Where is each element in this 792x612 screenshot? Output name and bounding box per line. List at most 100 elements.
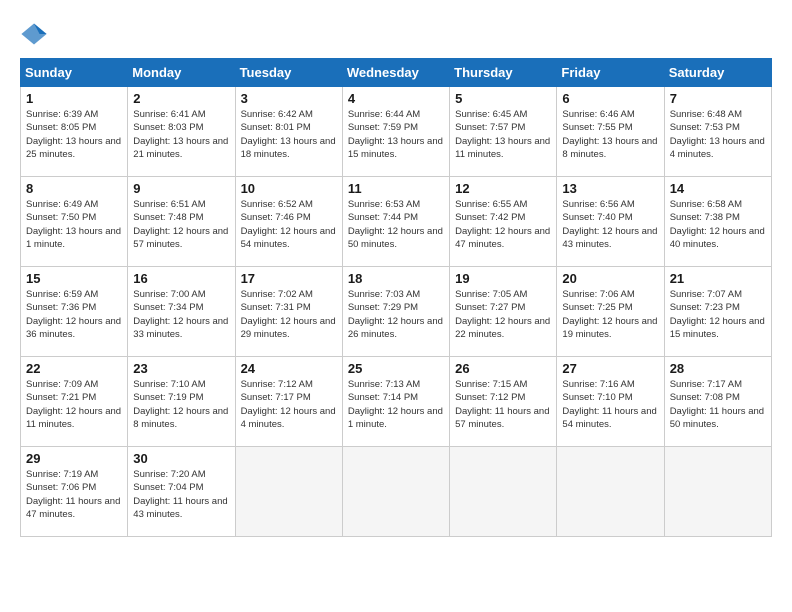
day-number: 17	[241, 271, 337, 286]
day-info: Sunrise: 7:15 AMSunset: 7:12 PMDaylight:…	[455, 378, 551, 431]
day-info: Sunrise: 6:56 AMSunset: 7:40 PMDaylight:…	[562, 198, 658, 251]
calendar-cell: 4Sunrise: 6:44 AMSunset: 7:59 PMDaylight…	[342, 87, 449, 177]
calendar-cell: 10 Sunrise: 6:52 AMSunset: 7:46 PMDayligh…	[235, 177, 342, 267]
day-number: 21	[670, 271, 766, 286]
day-info: Sunrise: 6:45 AMSunset: 7:57 PMDaylight:…	[455, 108, 551, 161]
day-info: Sunrise: 7:02 AMSunset: 7:31 PMDaylight:…	[241, 288, 337, 341]
calendar-cell: 22 Sunrise: 7:09 AMSunset: 7:21 PMDayligh…	[21, 357, 128, 447]
day-number: 6	[562, 91, 658, 106]
day-info: Sunrise: 7:16 AMSunset: 7:10 PMDaylight:…	[562, 378, 658, 431]
day-info: Sunrise: 7:00 AMSunset: 7:34 PMDaylight:…	[133, 288, 229, 341]
day-info: Sunrise: 7:12 AMSunset: 7:17 PMDaylight:…	[241, 378, 337, 431]
day-info: Sunrise: 6:39 AMSunset: 8:05 PMDaylight:…	[26, 108, 122, 161]
weekday-header-cell: Monday	[128, 59, 235, 87]
day-info: Sunrise: 6:49 AMSunset: 7:50 PMDaylight:…	[26, 198, 122, 251]
day-number: 26	[455, 361, 551, 376]
day-number: 15	[26, 271, 122, 286]
day-info: Sunrise: 6:48 AMSunset: 7:53 PMDaylight:…	[670, 108, 766, 161]
calendar-cell: 29 Sunrise: 7:19 AMSunset: 7:06 PMDayligh…	[21, 447, 128, 537]
day-info: Sunrise: 6:59 AMSunset: 7:36 PMDaylight:…	[26, 288, 122, 341]
day-number: 29	[26, 451, 122, 466]
calendar-cell: 28 Sunrise: 7:17 AMSunset: 7:08 PMDayligh…	[664, 357, 771, 447]
calendar-cell: 23 Sunrise: 7:10 AMSunset: 7:19 PMDayligh…	[128, 357, 235, 447]
day-number: 14	[670, 181, 766, 196]
calendar-cell	[450, 447, 557, 537]
calendar-cell: 24 Sunrise: 7:12 AMSunset: 7:17 PMDayligh…	[235, 357, 342, 447]
day-number: 9	[133, 181, 229, 196]
calendar-cell: 17 Sunrise: 7:02 AMSunset: 7:31 PMDayligh…	[235, 267, 342, 357]
day-number: 11	[348, 181, 444, 196]
calendar-row: 22 Sunrise: 7:09 AMSunset: 7:21 PMDayligh…	[21, 357, 772, 447]
calendar-cell	[557, 447, 664, 537]
calendar-cell: 13 Sunrise: 6:56 AMSunset: 7:40 PMDayligh…	[557, 177, 664, 267]
calendar-cell: 20 Sunrise: 7:06 AMSunset: 7:25 PMDayligh…	[557, 267, 664, 357]
day-number: 12	[455, 181, 551, 196]
calendar-cell: 27Sunrise: 7:16 AMSunset: 7:10 PMDayligh…	[557, 357, 664, 447]
weekday-header-cell: Friday	[557, 59, 664, 87]
day-number: 13	[562, 181, 658, 196]
day-number: 28	[670, 361, 766, 376]
day-number: 30	[133, 451, 229, 466]
day-info: Sunrise: 6:55 AMSunset: 7:42 PMDaylight:…	[455, 198, 551, 251]
day-info: Sunrise: 7:07 AMSunset: 7:23 PMDaylight:…	[670, 288, 766, 341]
day-info: Sunrise: 7:19 AMSunset: 7:06 PMDaylight:…	[26, 468, 122, 521]
day-info: Sunrise: 7:17 AMSunset: 7:08 PMDaylight:…	[670, 378, 766, 431]
calendar-cell: 14 Sunrise: 6:58 AMSunset: 7:38 PMDayligh…	[664, 177, 771, 267]
weekday-header-cell: Thursday	[450, 59, 557, 87]
day-info: Sunrise: 7:06 AMSunset: 7:25 PMDaylight:…	[562, 288, 658, 341]
calendar-cell: 3Sunrise: 6:42 AMSunset: 8:01 PMDaylight…	[235, 87, 342, 177]
day-info: Sunrise: 6:53 AMSunset: 7:44 PMDaylight:…	[348, 198, 444, 251]
weekday-header-row: SundayMondayTuesdayWednesdayThursdayFrid…	[21, 59, 772, 87]
logo-icon	[20, 20, 48, 48]
weekday-header-cell: Wednesday	[342, 59, 449, 87]
calendar-cell: 5 Sunrise: 6:45 AMSunset: 7:57 PMDaylight…	[450, 87, 557, 177]
day-number: 8	[26, 181, 122, 196]
calendar-cell: 21 Sunrise: 7:07 AMSunset: 7:23 PMDayligh…	[664, 267, 771, 357]
day-number: 16	[133, 271, 229, 286]
calendar-cell: 9 Sunrise: 6:51 AMSunset: 7:48 PMDaylight…	[128, 177, 235, 267]
day-number: 2	[133, 91, 229, 106]
calendar-cell: 16 Sunrise: 7:00 AMSunset: 7:34 PMDayligh…	[128, 267, 235, 357]
calendar-cell: 12 Sunrise: 6:55 AMSunset: 7:42 PMDayligh…	[450, 177, 557, 267]
day-info: Sunrise: 7:05 AMSunset: 7:27 PMDaylight:…	[455, 288, 551, 341]
weekday-header-cell: Saturday	[664, 59, 771, 87]
day-info: Sunrise: 7:10 AMSunset: 7:19 PMDaylight:…	[133, 378, 229, 431]
day-number: 19	[455, 271, 551, 286]
weekday-header-cell: Tuesday	[235, 59, 342, 87]
day-number: 5	[455, 91, 551, 106]
calendar-cell	[235, 447, 342, 537]
calendar-cell: 11 Sunrise: 6:53 AMSunset: 7:44 PMDayligh…	[342, 177, 449, 267]
day-number: 10	[241, 181, 337, 196]
day-info: Sunrise: 6:58 AMSunset: 7:38 PMDaylight:…	[670, 198, 766, 251]
logo	[20, 20, 52, 48]
calendar-row: 15 Sunrise: 6:59 AMSunset: 7:36 PMDayligh…	[21, 267, 772, 357]
day-number: 18	[348, 271, 444, 286]
day-info: Sunrise: 7:09 AMSunset: 7:21 PMDaylight:…	[26, 378, 122, 431]
calendar-cell	[664, 447, 771, 537]
day-number: 20	[562, 271, 658, 286]
calendar-cell: 30 Sunrise: 7:20 AMSunset: 7:04 PMDayligh…	[128, 447, 235, 537]
calendar-cell: 7Sunrise: 6:48 AMSunset: 7:53 PMDaylight…	[664, 87, 771, 177]
day-number: 3	[241, 91, 337, 106]
day-number: 23	[133, 361, 229, 376]
calendar-cell: 2 Sunrise: 6:41 AMSunset: 8:03 PMDaylight…	[128, 87, 235, 177]
day-info: Sunrise: 6:51 AMSunset: 7:48 PMDaylight:…	[133, 198, 229, 251]
calendar-cell: 8 Sunrise: 6:49 AMSunset: 7:50 PMDaylight…	[21, 177, 128, 267]
day-info: Sunrise: 6:44 AMSunset: 7:59 PMDaylight:…	[348, 108, 444, 161]
calendar-cell: 26 Sunrise: 7:15 AMSunset: 7:12 PMDayligh…	[450, 357, 557, 447]
calendar-cell: 15 Sunrise: 6:59 AMSunset: 7:36 PMDayligh…	[21, 267, 128, 357]
day-number: 22	[26, 361, 122, 376]
calendar-cell: 18Sunrise: 7:03 AMSunset: 7:29 PMDayligh…	[342, 267, 449, 357]
day-info: Sunrise: 7:13 AMSunset: 7:14 PMDaylight:…	[348, 378, 444, 431]
day-info: Sunrise: 6:41 AMSunset: 8:03 PMDaylight:…	[133, 108, 229, 161]
calendar-table: SundayMondayTuesdayWednesdayThursdayFrid…	[20, 58, 772, 537]
calendar-row: 1Sunrise: 6:39 AMSunset: 8:05 PMDaylight…	[21, 87, 772, 177]
calendar-row: 29 Sunrise: 7:19 AMSunset: 7:06 PMDayligh…	[21, 447, 772, 537]
day-info: Sunrise: 6:46 AMSunset: 7:55 PMDaylight:…	[562, 108, 658, 161]
day-info: Sunrise: 7:20 AMSunset: 7:04 PMDaylight:…	[133, 468, 229, 521]
day-number: 24	[241, 361, 337, 376]
calendar-row: 8 Sunrise: 6:49 AMSunset: 7:50 PMDaylight…	[21, 177, 772, 267]
calendar-cell: 1Sunrise: 6:39 AMSunset: 8:05 PMDaylight…	[21, 87, 128, 177]
day-info: Sunrise: 6:52 AMSunset: 7:46 PMDaylight:…	[241, 198, 337, 251]
calendar-body: 1Sunrise: 6:39 AMSunset: 8:05 PMDaylight…	[21, 87, 772, 537]
